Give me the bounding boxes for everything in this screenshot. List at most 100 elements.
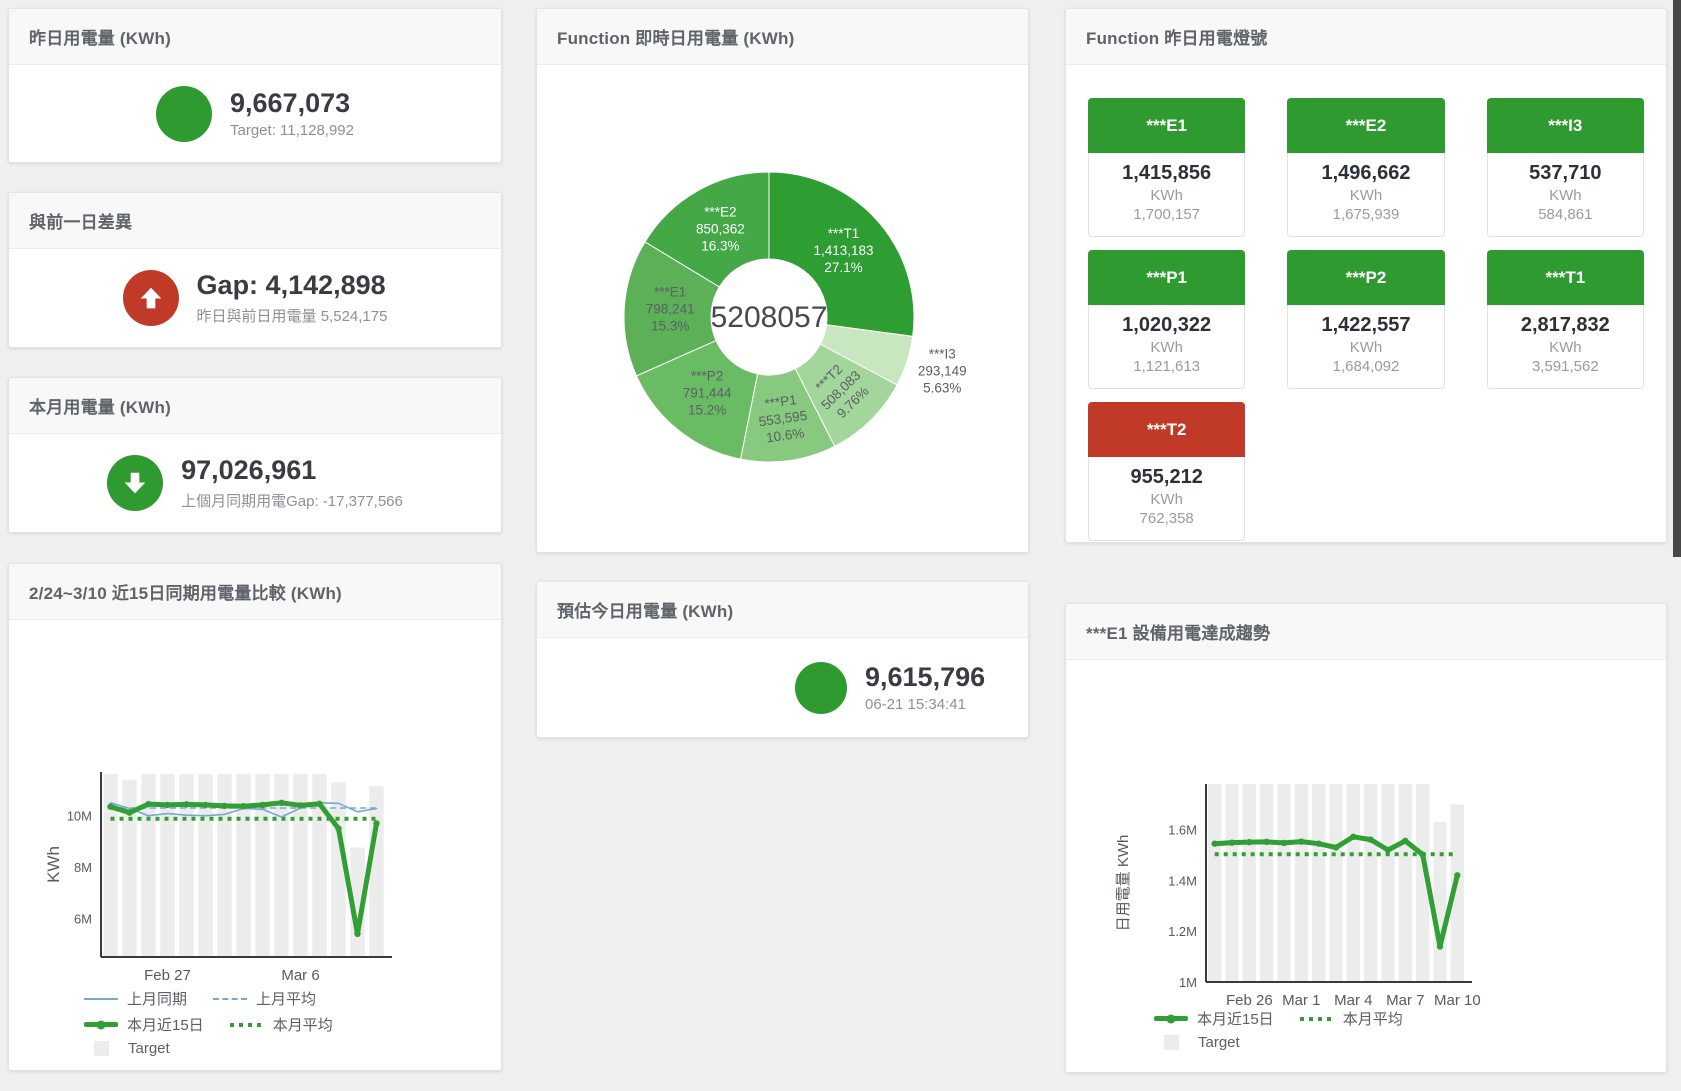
tile-value: 537,710 xyxy=(1492,162,1639,185)
stat-subtitle: 06-21 15:34:41 xyxy=(865,696,985,713)
tile-target: 1,700,157 xyxy=(1093,206,1240,223)
panel-title: ***E1 設備用電達成趨勢 xyxy=(1086,619,1270,644)
device-tile: ***P2 1,422,557 KWh 1,684,092 xyxy=(1287,250,1444,389)
legend-item[interactable]: 本月近15日 xyxy=(1154,1008,1274,1029)
legend-swatch-line xyxy=(1300,1017,1334,1021)
legend-label: 上月平均 xyxy=(256,988,316,1009)
tile-value: 2,817,832 xyxy=(1492,314,1639,337)
legend-swatch-line xyxy=(213,998,247,1000)
svg-text:Feb 27: Feb 27 xyxy=(144,967,191,984)
svg-text:10M: 10M xyxy=(67,809,92,824)
status-circle-icon xyxy=(156,86,212,142)
scrollbar[interactable] xyxy=(1673,0,1681,557)
stat-value: 9,667,073 xyxy=(230,88,354,119)
legend-label: 上月同期 xyxy=(127,988,187,1009)
svg-text:Mar 10: Mar 10 xyxy=(1434,992,1481,1009)
tile-value: 955,212 xyxy=(1093,466,1240,489)
tile-value: 1,422,557 xyxy=(1292,314,1439,337)
panel-realtime-daily-usage: Function 即時日用電量 (KWh) ***T11,413,18327.1… xyxy=(536,8,1029,553)
tile-label: ***P2 xyxy=(1287,250,1444,305)
stat-subtitle: 昨日與前日用電量 5,524,175 xyxy=(197,305,388,326)
svg-text:Mar 4: Mar 4 xyxy=(1334,992,1372,1009)
svg-text:***I3293,1495.63%: ***I3293,1495.63% xyxy=(918,347,967,396)
legend-label: 本月平均 xyxy=(273,1014,333,1035)
arrow-down-icon xyxy=(107,455,163,511)
tile-label: ***I3 xyxy=(1487,98,1644,153)
tile-label: ***P1 xyxy=(1088,250,1245,305)
tile-unit: KWh xyxy=(1292,187,1439,204)
device-tile: ***T12,817,832KWh3,591,562 xyxy=(1487,250,1644,389)
device-tile: ***P1 1,020,322 KWh 1,121,613 xyxy=(1088,250,1245,389)
tile-unit: KWh xyxy=(1093,339,1240,356)
stat-value: 97,026,961 xyxy=(181,455,403,486)
daily-usage-donut: ***T11,413,18327.1%***I3293,1495.63%***T… xyxy=(537,65,1030,553)
legend-item[interactable]: 本月近15日 xyxy=(84,1014,204,1035)
legend-swatch-line xyxy=(84,1022,118,1027)
stat-value: Gap: 4,142,898 xyxy=(197,270,388,301)
legend-item[interactable]: 上月平均 xyxy=(213,988,316,1009)
tile-unit: KWh xyxy=(1292,339,1439,356)
tile-target: 1,121,613 xyxy=(1093,358,1240,375)
panel-yesterday-usage: 昨日用電量 (KWh) 9,667,073 Target: 11,128,992 xyxy=(8,8,502,163)
panel-title: Function 昨日用電燈號 xyxy=(1086,24,1267,49)
stat-subtitle: 上個月同期用電Gap: -17,377,566 xyxy=(181,490,403,511)
tile-unit: KWh xyxy=(1093,491,1240,508)
svg-text:6M: 6M xyxy=(74,911,92,926)
svg-text:Mar 1: Mar 1 xyxy=(1282,992,1320,1009)
panel-15day-comparison: 2/24~3/10 近15日同期用電量比較 (KWh) 6M8M10MKWhFe… xyxy=(8,563,502,1071)
legend-item[interactable]: Target xyxy=(84,1040,170,1057)
tile-target: 1,675,939 xyxy=(1292,206,1439,223)
legend-label: 本月平均 xyxy=(1343,1008,1403,1029)
svg-text:Mar 6: Mar 6 xyxy=(281,967,319,984)
tile-label: ***T2 xyxy=(1088,402,1245,457)
status-circle-icon xyxy=(795,662,847,714)
tile-value: 1,496,662 xyxy=(1292,162,1439,185)
panel-month-usage: 本月用電量 (KWh) 97,026,961 上個月同期用電Gap: -17,3… xyxy=(8,377,502,533)
stat-value: 9,615,796 xyxy=(865,662,985,693)
svg-text:8M: 8M xyxy=(74,860,92,875)
tile-value: 1,020,322 xyxy=(1093,314,1240,337)
tile-unit: KWh xyxy=(1093,187,1240,204)
svg-text:1.4M: 1.4M xyxy=(1168,873,1197,888)
svg-text:Feb 26: Feb 26 xyxy=(1226,992,1273,1009)
panel-title: Function 即時日用電量 (KWh) xyxy=(557,24,794,49)
legend-swatch-bar xyxy=(1164,1035,1179,1050)
compare-chart-legend: 上月同期 上月平均本月近15日 本月平均 Target xyxy=(84,988,333,1057)
legend-label: 本月近15日 xyxy=(1197,1008,1274,1029)
compare-chart: 6M8M10MKWhFeb 27Mar 6 xyxy=(29,760,489,990)
legend-item[interactable]: Target xyxy=(1154,1034,1240,1051)
svg-text:1M: 1M xyxy=(1179,975,1197,990)
device-tile: ***E2 1,496,662 KWh 1,675,939 xyxy=(1287,98,1444,237)
svg-text:1.2M: 1.2M xyxy=(1168,924,1197,939)
tile-unit: KWh xyxy=(1492,187,1639,204)
arrow-up-icon xyxy=(123,270,179,326)
panel-title: 與前一日差異 xyxy=(29,208,132,233)
tile-label: ***E2 xyxy=(1287,98,1444,153)
panel-title: 本月用電量 (KWh) xyxy=(29,393,171,418)
panel-e1-trend: ***E1 設備用電達成趨勢 1M1.2M1.4M1.6M日用電量 KWhFeb… xyxy=(1065,603,1667,1073)
panel-title: 2/24~3/10 近15日同期用電量比較 (KWh) xyxy=(29,579,342,604)
legend-item[interactable]: 本月平均 xyxy=(230,1014,333,1035)
tile-value: 1,415,856 xyxy=(1093,162,1240,185)
tile-target: 3,591,562 xyxy=(1492,358,1639,375)
tile-target: 584,861 xyxy=(1492,206,1639,223)
panel-title: 昨日用電量 (KWh) xyxy=(29,24,171,49)
panel-yesterday-status-lights: Function 昨日用電燈號 ***E1 1,415,856 KWh 1,700,1… xyxy=(1065,8,1667,543)
donut-center-value: 5208057 xyxy=(711,301,828,334)
panel-estimated-today-usage: 預估今日用電量 (KWh) 9,615,796 06-21 15:34:41 xyxy=(536,581,1029,738)
legend-item[interactable]: 上月同期 xyxy=(84,988,187,1009)
tile-label: ***E1 xyxy=(1088,98,1245,153)
device-tile: ***I3 537,710 KWh 584,861 xyxy=(1487,98,1644,237)
tile-target: 762,358 xyxy=(1093,510,1240,527)
trend-chart: 1M1.2M1.4M1.6M日用電量 KWhFeb 26Mar 1Mar 4Ma… xyxy=(1106,755,1626,1010)
tile-target: 1,684,092 xyxy=(1292,358,1439,375)
device-tile: ***T2 955,212 KWh 762,358 xyxy=(1088,402,1245,541)
legend-item[interactable]: 本月平均 xyxy=(1300,1008,1403,1029)
svg-text:1.6M: 1.6M xyxy=(1168,823,1197,838)
stat-subtitle: Target: 11,128,992 xyxy=(230,122,354,139)
panel-title: 預估今日用電量 (KWh) xyxy=(557,597,733,622)
trend-chart-legend: 本月近15日 本月平均 Target xyxy=(1154,1008,1403,1051)
legend-label: Target xyxy=(128,1040,170,1057)
tile-label: ***T1 xyxy=(1487,250,1644,305)
legend-swatch-line xyxy=(1154,1016,1188,1021)
